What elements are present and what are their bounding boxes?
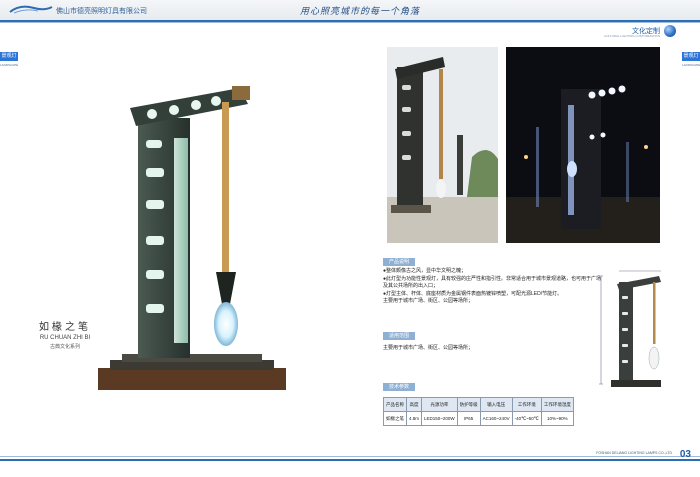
- spec-table-header: 产品名称 高度 光源功率 防护等级 输入电压 工作环境 工作环境湿度: [383, 397, 574, 412]
- feature-item: 主要用于城市广场、街区、公园等场所；: [383, 298, 474, 304]
- spec-header-cell: 光源功率: [421, 397, 458, 412]
- company-logo-icon: [9, 5, 53, 14]
- spec-header-cell: 输入电压: [479, 397, 513, 412]
- spec-table: 产品名称 高度 光源功率 防护等级 输入电压 工作环境 工作环境湿度 如椽之笔 …: [383, 397, 574, 426]
- header-bar: 佛山市德亮照明灯具有限公司 用心照亮城市的每一个角落: [0, 0, 700, 22]
- nighttime-photo: [506, 47, 660, 243]
- spec-table-row: 如椽之笔 4.8m LED150~200W IP65 AC160~240V -4…: [383, 411, 574, 426]
- feature-item: ●灯型主体、杆体、底座材质为金属钢件表面热镀锌喷塑，可配光源LED/节能灯。: [383, 290, 563, 297]
- specs-label: 技术参数: [383, 383, 416, 391]
- side-tab-left: 景观灯: [0, 52, 18, 61]
- side-tab-right-sub: LANDSCAPE: [682, 63, 700, 67]
- product-name-cn: 如椽之笔: [39, 322, 91, 333]
- product-name-en: RU CHUAN ZHI BI: [39, 335, 91, 341]
- brand-subtitle: CULTURAL LIGHTING CUSTOMIZATION: [604, 34, 660, 38]
- header-slogan: 用心照亮城市的每一个角落: [300, 6, 421, 16]
- spec-header-cell: 工作环境: [511, 397, 542, 412]
- hero-lamp-image: [98, 86, 286, 390]
- footer-company: FOSHAN DELIANG LIGHTING LAMPS CO.,LTD: [596, 451, 672, 455]
- spec-cell: 4.8m: [405, 411, 423, 426]
- footer-bar: [0, 459, 700, 461]
- daytime-photo: [387, 47, 498, 243]
- spec-header-cell: 工作环境湿度: [540, 397, 574, 412]
- product-title-block: 如椽之笔 RU CHUAN ZHI BI 古典文化系列: [30, 318, 100, 350]
- footer-divider: [0, 456, 700, 457]
- globe-icon: [664, 25, 676, 37]
- spec-header-cell: 防护等级: [456, 397, 481, 412]
- spec-cell: AC160~240V: [479, 411, 513, 426]
- spec-cell: IP65: [456, 411, 481, 426]
- feature-item: ●此灯型为功能性景观灯，具有较强的庄严性和指引性。非常适合用于城市景观道路，也可…: [383, 275, 602, 290]
- spec-cell: 10%~90%: [540, 411, 574, 426]
- company-name: 佛山市德亮照明灯具有限公司: [56, 8, 147, 15]
- brand-badge: 文化定制 CULTURAL LIGHTING CUSTOMIZATION: [604, 25, 688, 38]
- spec-cell: LED150~200W: [421, 411, 458, 426]
- header-divider: [0, 22, 700, 23]
- page-number: 03: [679, 449, 691, 460]
- spec-header-cell: 产品名称: [383, 397, 407, 412]
- usage-text: 主要用于城市广场、街区、公园等场所；: [383, 345, 474, 351]
- dimension-diagram: [599, 270, 661, 387]
- side-tab-left-sub: LANDSCAPE: [0, 63, 19, 67]
- feature-item: ●整体颇像古之风，显中华文明之魄；: [383, 268, 467, 274]
- spec-cell: 如椽之笔: [383, 411, 407, 426]
- spec-header-cell: 高度: [405, 397, 423, 412]
- spec-cell: -40℃~50℃: [511, 411, 542, 426]
- side-tab-right: 景观灯: [682, 52, 700, 61]
- features-list: ●整体颇像古之风，显中华文明之魄； ●此灯型为功能性景观灯，具有较强的庄严性和指…: [383, 268, 605, 306]
- product-series: 古典文化系列: [49, 344, 80, 350]
- features-label: 产品说明: [383, 258, 416, 266]
- usage-label: 适用范围: [383, 332, 416, 340]
